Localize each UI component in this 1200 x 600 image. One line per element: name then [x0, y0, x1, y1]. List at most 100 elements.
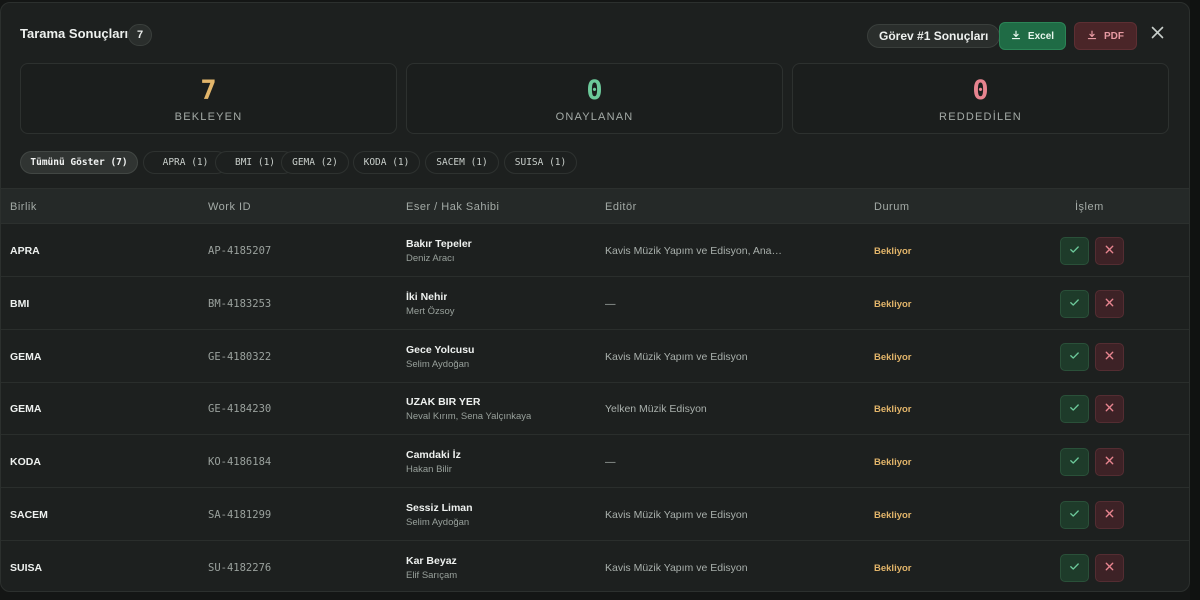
check-icon — [1069, 453, 1080, 471]
status-summary: 7 BEKLEYEN 0 ONAYLANAN 0 REDDEDİLEN — [20, 63, 1169, 134]
table-header: Birlik Work ID Eser / Hak Sahibi Editör … — [1, 188, 1189, 224]
status-badge: Bekliyor — [874, 246, 912, 257]
results-count-badge: 7 — [128, 24, 152, 46]
column-header-work-id: Work ID — [208, 201, 252, 213]
approved-stat-card: 0 ONAYLANAN — [406, 63, 783, 134]
column-header-birlik: Birlik — [10, 201, 37, 213]
cell-work-id: SA-4181299 — [208, 509, 272, 521]
cell-editor: — — [605, 297, 616, 310]
pending-label: BEKLEYEN — [174, 111, 243, 123]
filter-chip-koda[interactable]: KODA (1) — [353, 151, 420, 174]
close-button[interactable] — [1148, 26, 1166, 44]
status-badge: Bekliyor — [874, 510, 912, 521]
export-excel-button[interactable]: Excel — [999, 22, 1066, 50]
cell-editor: Kavis Müzik Yapım ve Edisyon, Anad... — [605, 245, 783, 257]
scan-results-modal: Tarama Sonuçları 7 Görev #1 Sonuçları Ex… — [0, 2, 1190, 592]
close-icon — [1151, 26, 1164, 44]
table-row: GEMA GE-4180322 Gece Yolcusu Selim Aydoğ… — [1, 330, 1189, 383]
cell-hak-sahibi: Deniz Aracı — [406, 253, 455, 264]
rejected-count: 0 — [972, 75, 989, 106]
x-icon — [1104, 559, 1115, 577]
column-header-eser: Eser / Hak Sahibi — [406, 201, 500, 213]
approve-button[interactable] — [1060, 342, 1089, 371]
cell-hak-sahibi: Elif Sarıçam — [406, 569, 458, 581]
cell-eser: Camdaki İz — [406, 449, 461, 462]
approve-button[interactable] — [1060, 501, 1089, 529]
x-icon — [1104, 506, 1115, 524]
reject-button[interactable] — [1095, 501, 1124, 529]
check-icon — [1069, 559, 1080, 577]
approve-button[interactable] — [1060, 237, 1089, 265]
status-badge: Bekliyor — [874, 404, 912, 416]
x-icon — [1104, 348, 1115, 366]
reject-button[interactable] — [1095, 342, 1124, 371]
cell-eser: İki Nehir — [406, 290, 448, 303]
check-icon — [1069, 348, 1080, 366]
column-header-islem: İşlem — [1075, 201, 1104, 213]
x-icon — [1104, 400, 1115, 418]
cell-editor: Yelken Müzik Edisyon — [605, 403, 707, 416]
reject-button[interactable] — [1095, 448, 1124, 477]
cell-birlik: SUISA — [10, 561, 43, 574]
reject-button[interactable] — [1095, 553, 1124, 582]
cell-eser: Kar Beyaz — [406, 554, 457, 567]
status-badge: Bekliyor — [874, 351, 912, 363]
approve-button[interactable] — [1060, 553, 1089, 582]
cell-birlik: KODA — [10, 456, 41, 469]
modal-title: Tarama Sonuçları — [20, 26, 129, 41]
approve-button[interactable] — [1060, 448, 1089, 477]
cell-editor: — — [605, 456, 616, 469]
cell-work-id: AP-4185207 — [208, 245, 272, 257]
x-icon — [1104, 295, 1115, 313]
cell-eser: UZAK BIR YER — [406, 396, 481, 409]
table-row: KODA KO-4186184 Camdaki İz Hakan Bilir —… — [1, 435, 1189, 489]
cell-birlik: APRA — [10, 245, 40, 257]
cell-birlik: GEMA — [10, 403, 42, 416]
column-header-editor: Editör — [605, 201, 637, 213]
task-results-pill: Görev #1 Sonuçları — [867, 24, 1001, 48]
cell-birlik: BMI — [10, 297, 30, 310]
rejected-label: REDDEDİLEN — [939, 111, 1022, 123]
export-pdf-button[interactable]: PDF — [1074, 22, 1137, 50]
filter-chip-gema[interactable]: GEMA (2) — [281, 151, 349, 174]
approved-label: ONAYLANAN — [555, 111, 634, 123]
cell-editor: Kavis Müzik Yapım ve Edisyon — [605, 509, 748, 521]
export-excel-label: Excel — [1027, 30, 1055, 42]
reject-button[interactable] — [1095, 289, 1124, 318]
reject-button[interactable] — [1095, 237, 1124, 265]
pending-count: 7 — [200, 75, 217, 106]
column-header-durum: Durum — [874, 201, 910, 213]
cell-work-id: GE-4184230 — [208, 403, 272, 416]
reject-button[interactable] — [1095, 395, 1124, 424]
rejected-stat-card: 0 REDDEDİLEN — [792, 63, 1169, 134]
cell-editor: Kavis Müzik Yapım ve Edisyon — [605, 350, 748, 363]
x-icon — [1104, 242, 1115, 260]
cell-work-id: BM-4183253 — [208, 297, 272, 310]
modal-backdrop — [1190, 0, 1200, 600]
approve-button[interactable] — [1060, 395, 1089, 424]
cell-eser: Sessiz Liman — [406, 502, 473, 514]
status-badge: Bekliyor — [874, 457, 912, 469]
check-icon — [1069, 400, 1080, 418]
status-badge: Bekliyor — [874, 562, 912, 574]
table-row: GEMA GE-4184230 UZAK BIR YER Neval Kırım… — [1, 382, 1189, 436]
cell-editor: Kavis Müzik Yapım ve Edisyon — [605, 561, 748, 574]
check-icon — [1069, 242, 1080, 260]
filter-chip-suisa[interactable]: SUISA (1) — [504, 151, 577, 174]
check-icon — [1069, 295, 1080, 313]
approve-button[interactable] — [1060, 289, 1089, 318]
cell-hak-sahibi: Neval Kırım, Sena Yalçınkaya — [406, 411, 532, 423]
cell-work-id: SU-4182276 — [208, 561, 272, 574]
table-row: BMI BM-4183253 İki Nehir Mert Özsoy — Be… — [1, 277, 1189, 330]
cell-hak-sahibi: Mert Özsoy — [406, 305, 455, 317]
cell-hak-sahibi: Selim Aydoğan — [406, 358, 470, 370]
pending-stat-card: 7 BEKLEYEN — [20, 63, 397, 134]
download-icon — [1011, 30, 1021, 43]
cell-hak-sahibi: Selim Aydoğan — [406, 517, 470, 528]
filter-chip-all[interactable]: Tümünü Göster (7) — [20, 151, 138, 174]
cell-work-id: KO-4186184 — [208, 456, 272, 469]
filter-chip-sacem[interactable]: SACEM (1) — [425, 151, 499, 174]
download-icon — [1087, 30, 1097, 43]
cell-birlik: SACEM — [10, 509, 48, 521]
status-badge: Bekliyor — [874, 298, 912, 310]
